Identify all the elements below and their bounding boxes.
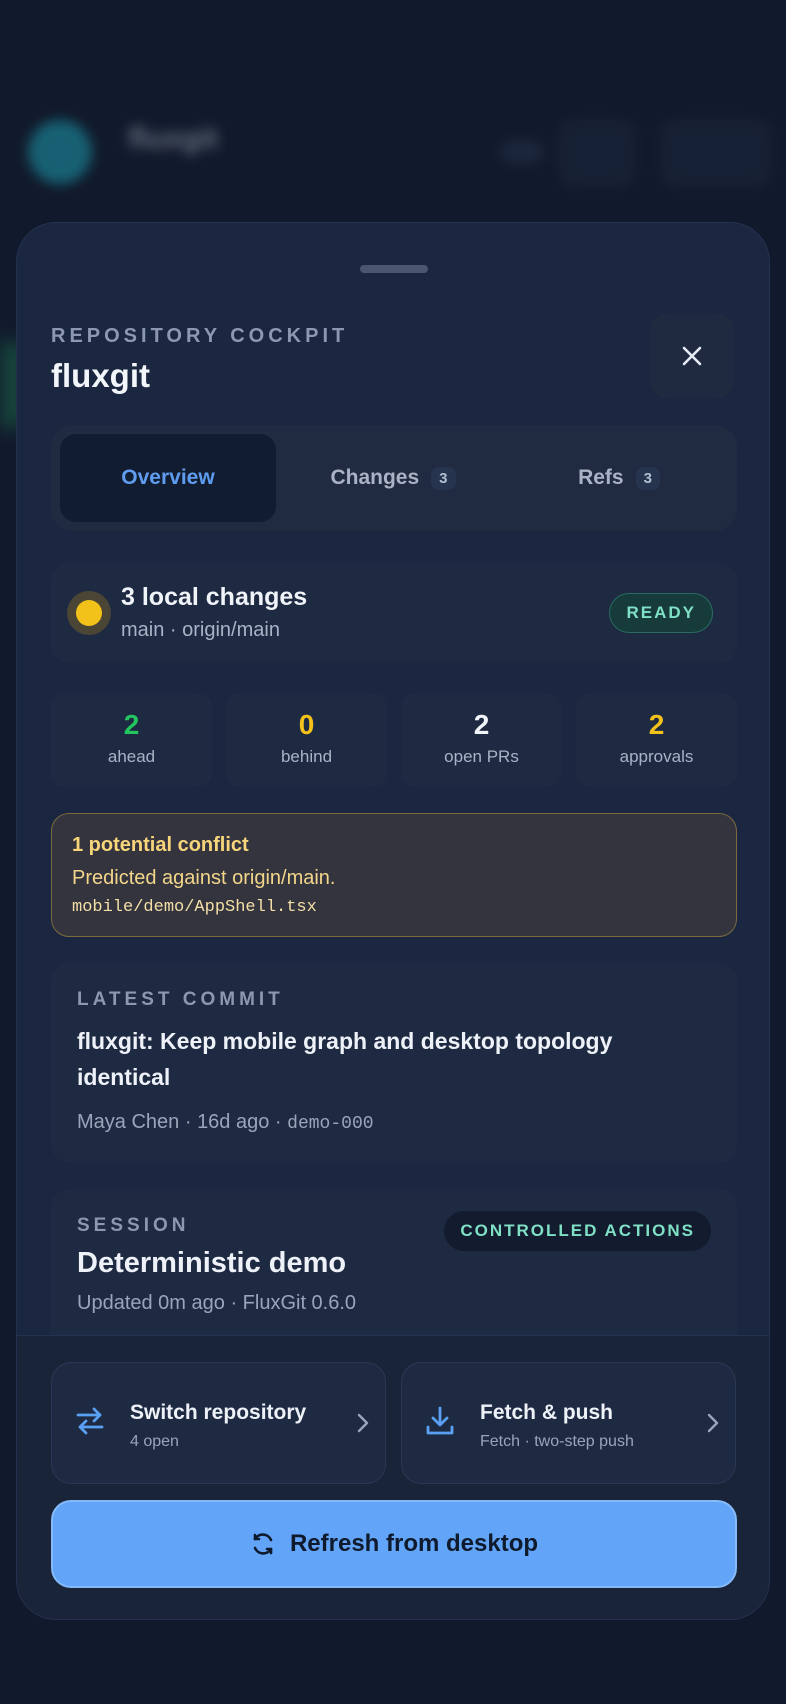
stat-value: 2 xyxy=(648,709,665,740)
chevron-right-icon xyxy=(707,1413,719,1433)
status-card: 3 local changes main · origin/main READY xyxy=(51,563,737,663)
stats-row: 2 ahead 0 behind 2 open PRs 2 approvals xyxy=(51,693,737,787)
background-app-header: fluxgit xyxy=(0,100,786,210)
status-branch: main · origin/main xyxy=(121,619,280,641)
commit-author: Maya Chen xyxy=(77,1111,180,1133)
stat-approvals: 2 approvals xyxy=(576,693,737,787)
sheet-eyebrow: REPOSITORY COCKPIT xyxy=(51,325,349,347)
stat-value: 2 xyxy=(123,709,140,740)
refresh-from-desktop-button[interactable]: Refresh from desktop xyxy=(51,1500,737,1588)
chevron-right-icon xyxy=(357,1413,369,1433)
sheet-title: fluxgit xyxy=(51,357,150,394)
controlled-actions-badge: CONTROLLED ACTIONS xyxy=(444,1211,711,1251)
latest-commit-card[interactable]: LATEST COMMIT fluxgit: Keep mobile graph… xyxy=(51,963,737,1163)
session-name: Deterministic demo xyxy=(77,1247,347,1279)
stat-label: ahead xyxy=(107,747,156,766)
background-title: fluxgit xyxy=(128,122,218,155)
status-indicator xyxy=(67,591,111,635)
status-badge: READY xyxy=(609,593,713,633)
switch-repository-button[interactable]: Switch repository 4 open xyxy=(51,1362,386,1484)
commit-eyebrow: LATEST COMMIT xyxy=(77,989,284,1010)
background-avatar xyxy=(28,120,92,184)
stat-ahead: 2 ahead xyxy=(51,693,212,787)
download-icon xyxy=(426,1406,454,1435)
conflict-warning-card[interactable]: 1 potential conflict Predicted against o… xyxy=(51,813,737,937)
sheet-grabber[interactable] xyxy=(360,265,428,273)
stat-open-prs: 2 open PRs xyxy=(401,693,562,787)
conflict-heading: 1 potential conflict xyxy=(72,834,249,856)
stat-value: 0 xyxy=(298,709,315,740)
commit-age: 16d ago xyxy=(197,1111,270,1133)
repository-cockpit-sheet: REPOSITORY COCKPIT fluxgit Overview Chan… xyxy=(16,222,770,1620)
tab-changes[interactable]: Changes 3 xyxy=(285,434,501,522)
close-icon xyxy=(682,346,702,366)
background-button xyxy=(558,118,636,188)
background-pill xyxy=(500,140,544,164)
action-subtitle: Fetch · two-step push xyxy=(480,1433,634,1450)
refresh-label: Refresh from desktop xyxy=(289,1530,539,1557)
close-button[interactable] xyxy=(649,313,735,399)
stat-value: 2 xyxy=(473,709,490,740)
status-title: 3 local changes xyxy=(121,583,308,611)
stat-label: open PRs xyxy=(444,747,519,766)
action-footer: Switch repository 4 open Fetch & push Fe… xyxy=(17,1335,769,1619)
session-meta: Updated 0m ago · FluxGit 0.6.0 xyxy=(77,1292,357,1314)
conflict-file-path: mobile/demo/AppShell.tsx xyxy=(72,898,317,917)
commit-meta: Maya Chen · 16d ago · demo-000 xyxy=(77,1111,374,1134)
tab-refs[interactable]: Refs 3 xyxy=(511,434,727,522)
action-subtitle: 4 open xyxy=(130,1433,179,1450)
switch-arrows-icon xyxy=(76,1407,104,1435)
commit-message: fluxgit: Keep mobile graph and desktop t… xyxy=(77,1028,613,1090)
tab-count-badge: 3 xyxy=(635,466,660,490)
tab-count-badge: 3 xyxy=(431,466,456,490)
tab-overview[interactable]: Overview xyxy=(60,434,276,522)
commit-hash: demo-000 xyxy=(287,1114,374,1134)
refresh-icon xyxy=(253,1533,273,1555)
action-title: Fetch & push xyxy=(480,1401,614,1424)
background-button xyxy=(660,118,772,188)
tab-label: Overview xyxy=(121,466,215,489)
conflict-description: Predicted against origin/main. xyxy=(72,867,336,889)
stat-label: approvals xyxy=(619,747,694,766)
fetch-push-button[interactable]: Fetch & push Fetch · two-step push xyxy=(401,1362,736,1484)
status-dot xyxy=(76,600,102,626)
action-title: Switch repository xyxy=(130,1401,307,1424)
tab-bar: Overview Changes 3 Refs 3 xyxy=(51,425,737,531)
tab-label: Changes xyxy=(330,466,420,489)
stat-label: behind xyxy=(280,747,333,766)
tab-label: Refs xyxy=(578,466,624,489)
stat-behind: 0 behind xyxy=(226,693,387,787)
